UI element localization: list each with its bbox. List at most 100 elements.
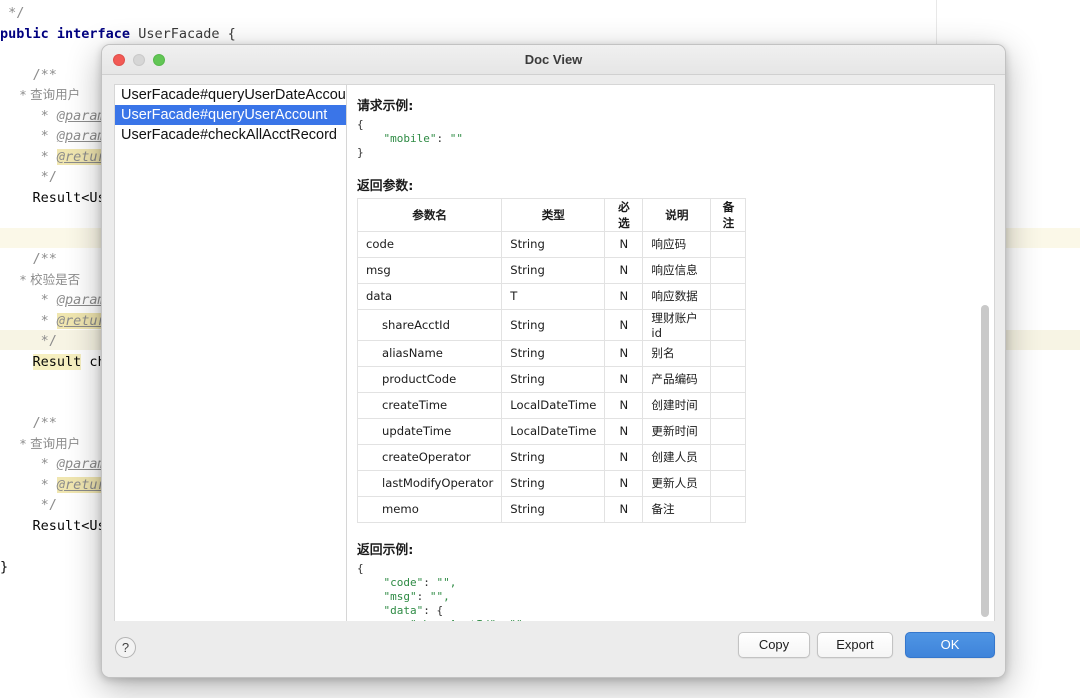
json-line: "msg": "", (357, 590, 980, 604)
cell-memo (711, 392, 746, 418)
dialog-title: Doc View (102, 45, 1005, 75)
cell-type: String (502, 496, 605, 522)
cell-param-name: updateTime (358, 418, 502, 444)
table-row: dataTN响应数据 (358, 283, 746, 309)
cell-param-name: createTime (358, 392, 502, 418)
json-line: { (357, 118, 980, 132)
cell-param-name: data (358, 283, 502, 309)
json-line: { (357, 562, 980, 576)
cell-memo (711, 496, 746, 522)
cell-description: 响应数据 (643, 283, 711, 309)
table-header-required: 必选 (605, 198, 643, 231)
dialog-titlebar[interactable]: Doc View (102, 45, 1005, 75)
cell-required: N (605, 257, 643, 283)
cell-type: String (502, 470, 605, 496)
cell-memo (711, 470, 746, 496)
cell-type: String (502, 340, 605, 366)
table-header-description: 说明 (643, 198, 711, 231)
dialog-content: UserFacade#queryUserDateAccountUserFacad… (102, 75, 1006, 649)
export-button[interactable]: Export (817, 632, 893, 658)
cell-type: String (502, 444, 605, 470)
json-line: "data": { (357, 604, 980, 618)
cell-memo (711, 231, 746, 257)
cell-description: 备注 (643, 496, 711, 522)
cell-required: N (605, 309, 643, 340)
cell-type: LocalDateTime (502, 418, 605, 444)
method-list-item[interactable]: UserFacade#queryUserAccount (115, 105, 346, 125)
cell-param-name: msg (358, 257, 502, 283)
cell-description: 理财账户id (643, 309, 711, 340)
cell-required: N (605, 340, 643, 366)
table-header-type: 类型 (502, 198, 605, 231)
cell-memo (711, 418, 746, 444)
cell-description: 响应信息 (643, 257, 711, 283)
table-row: codeStringN响应码 (358, 231, 746, 257)
cell-memo (711, 340, 746, 366)
cell-type: LocalDateTime (502, 392, 605, 418)
cell-param-name: aliasName (358, 340, 502, 366)
cell-description: 创建时间 (643, 392, 711, 418)
cell-description: 更新人员 (643, 470, 711, 496)
documentation-panel[interactable]: 请求示例: { "mobile": ""} 返回参数: 参数名 类型 必选 说明… (346, 84, 995, 648)
cell-memo (711, 283, 746, 309)
cell-type: String (502, 309, 605, 340)
table-header-param-name: 参数名 (358, 198, 502, 231)
cell-param-name: code (358, 231, 502, 257)
cell-param-name: shareAcctId (358, 309, 502, 340)
table-row: memoStringN备注 (358, 496, 746, 522)
table-header-row: 参数名 类型 必选 说明 备注 (358, 198, 746, 231)
cell-required: N (605, 366, 643, 392)
table-row: productCodeStringN产品编码 (358, 366, 746, 392)
cell-description: 产品编码 (643, 366, 711, 392)
cell-type: T (502, 283, 605, 309)
table-row: lastModifyOperatorStringN更新人员 (358, 470, 746, 496)
doc-view-dialog: Doc View UserFacade#queryUserDateAccount… (101, 44, 1006, 678)
method-list-item[interactable]: UserFacade#checkAllAcctRecord (115, 125, 346, 145)
table-row: createOperatorStringN创建人员 (358, 444, 746, 470)
help-button[interactable]: ? (115, 637, 136, 658)
copy-button[interactable]: Copy (738, 632, 810, 658)
cell-param-name: lastModifyOperator (358, 470, 502, 496)
response-example-heading: 返回示例: (357, 539, 980, 558)
table-row: createTimeLocalDateTimeN创建时间 (358, 392, 746, 418)
dialog-footer: ? Copy Export OK (102, 621, 1006, 677)
code-line: public interface UserFacade { (0, 24, 330, 45)
table-row: updateTimeLocalDateTimeN更新时间 (358, 418, 746, 444)
cell-description: 别名 (643, 340, 711, 366)
cell-memo (711, 444, 746, 470)
method-list[interactable]: UserFacade#queryUserDateAccountUserFacad… (115, 85, 346, 145)
cell-description: 创建人员 (643, 444, 711, 470)
cell-type: String (502, 231, 605, 257)
json-line: "code": "", (357, 576, 980, 590)
cell-param-name: memo (358, 496, 502, 522)
code-line: */ (0, 3, 330, 24)
cell-required: N (605, 231, 643, 257)
cell-memo (711, 309, 746, 340)
cell-description: 响应码 (643, 231, 711, 257)
cell-description: 更新时间 (643, 418, 711, 444)
cell-required: N (605, 470, 643, 496)
response-params-table: 参数名 类型 必选 说明 备注 codeStringN响应码msgStringN… (357, 198, 746, 523)
cell-required: N (605, 283, 643, 309)
table-row: msgStringN响应信息 (358, 257, 746, 283)
method-list-item[interactable]: UserFacade#queryUserDateAccount (115, 85, 346, 105)
table-row: aliasNameStringN别名 (358, 340, 746, 366)
cell-param-name: productCode (358, 366, 502, 392)
table-body: codeStringN响应码msgStringN响应信息dataTN响应数据sh… (358, 231, 746, 522)
json-line: "mobile": "" (357, 132, 980, 146)
method-list-panel[interactable]: UserFacade#queryUserDateAccountUserFacad… (114, 84, 346, 648)
request-example-heading: 请求示例: (357, 95, 980, 114)
cell-type: String (502, 366, 605, 392)
documentation-vscrollbar-thumb[interactable] (981, 305, 989, 617)
cell-required: N (605, 392, 643, 418)
table-header-memo: 备注 (711, 198, 746, 231)
json-line: } (357, 146, 980, 160)
response-params-heading: 返回参数: (357, 175, 980, 194)
cell-memo (711, 257, 746, 283)
cell-memo (711, 366, 746, 392)
ok-button[interactable]: OK (905, 632, 995, 658)
cell-type: String (502, 257, 605, 283)
cell-required: N (605, 496, 643, 522)
cell-param-name: createOperator (358, 444, 502, 470)
request-example-code: { "mobile": ""} (357, 118, 980, 161)
